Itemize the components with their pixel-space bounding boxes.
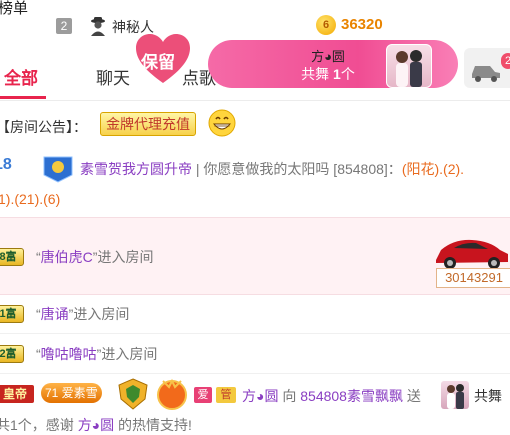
coin-value: 36320: [341, 16, 383, 33]
car-count-badge: 2: [501, 53, 510, 69]
couple-avatar: [386, 44, 432, 88]
song-title: 你愿意做我的太阳吗: [203, 161, 330, 177]
thanks-end: 的热情支持!: [114, 417, 192, 433]
tab-chat[interactable]: 聊天: [96, 64, 130, 89]
gift-count: 共1个，感谢: [0, 417, 78, 433]
car-icon: [472, 66, 500, 82]
enter-room-message: 1富 “唐诵”进入房间: [0, 295, 510, 334]
enter-room-text: “唐伯虎C”进入房间: [36, 247, 153, 267]
gift-to: 向: [278, 388, 301, 404]
coin-icon: 6: [316, 15, 336, 35]
crown-badge-icon: [43, 156, 73, 183]
couple-icon: [447, 384, 464, 409]
gold-agent-recharge-button[interactable]: 金牌代理充值: [100, 112, 196, 136]
gift-sender[interactable]: 方◕圆: [242, 388, 278, 404]
message-line-1: 素雪贺我方圆升帝 | 你愿意做我的太阳吗 [854808]：(阳花).(2).: [80, 159, 464, 179]
gift-receiver[interactable]: 854808素雪飘飘: [300, 388, 403, 404]
user-name[interactable]: 唐伯虎C: [41, 249, 93, 265]
enter-room-text: “噜咕噜咕”进入房间: [36, 344, 157, 364]
message-feed: 【房间公告】： 金牌代理充值 18 素雪贺我方圆升帝 | 你愿意做我的太阳吗 […: [0, 101, 510, 433]
red-car-icon: [436, 239, 508, 269]
thanks-name[interactable]: 方◕圆: [78, 417, 114, 433]
user-level: 18: [0, 156, 12, 173]
user-name[interactable]: 唐诵: [41, 306, 69, 322]
wealth-badge: 1富: [0, 305, 24, 323]
heart-label: 保留: [141, 53, 175, 72]
love-badge: 爱: [194, 387, 212, 403]
enter-room-message: 8富 “唐伯虎C”进入房间 30143291: [0, 217, 510, 295]
separator: |: [192, 161, 204, 177]
chat-message: 18 素雪贺我方圆升帝 | 你愿意做我的太阳吗 [854808]：(阳花).(2…: [0, 151, 510, 215]
banner-sub-suffix: 个: [340, 66, 355, 82]
fan-level-badge: 71 爱素雪: [41, 383, 102, 403]
user-name[interactable]: 噜咕噜咕: [41, 346, 97, 362]
message-line-2: 1).(21).(6): [0, 191, 61, 207]
guard-shield-icon: [118, 378, 148, 410]
sender-id: [854808]：: [329, 161, 402, 177]
dance-banner[interactable]: 方◕圆 共舞 1个: [208, 40, 458, 88]
banner-title: 方◕圆: [311, 49, 345, 64]
gift-send: 送: [402, 388, 421, 404]
tab-all[interactable]: 全部: [4, 64, 38, 89]
emperor-badge: 皇帝: [0, 385, 34, 403]
message-content: (阳花).(2).: [401, 161, 465, 177]
mystery-user-icon: [91, 17, 105, 36]
car-price: 30143291: [436, 268, 510, 288]
gift-name: 共舞: [474, 388, 502, 404]
room-notice-label: 【房间公告】：: [0, 119, 87, 135]
grin-emoji-icon: [208, 109, 236, 137]
admin-badge: 管: [216, 387, 236, 403]
rank-strip: 榜单 2 神秘人 6 36320: [0, 0, 510, 44]
rank-position: 2: [56, 18, 72, 34]
wealth-badge: 8富: [0, 248, 24, 266]
banner-subtitle: 共舞 1个: [268, 64, 388, 84]
enter-room-text: “唐诵”进入房间: [36, 304, 129, 324]
wealth-badge: 2富: [0, 345, 24, 363]
tab-active-indicator: [0, 96, 46, 99]
banner-count: 1: [333, 66, 341, 82]
sender-name[interactable]: 素雪贺我方圆升帝: [80, 161, 192, 177]
enter-action: 进入房间: [101, 346, 158, 362]
enter-room-message: 2富 “噜咕噜咕”进入房间: [0, 335, 510, 374]
banner-sub-prefix: 共舞: [301, 66, 334, 82]
enter-action: 进入房间: [97, 249, 154, 265]
medal-icon: [157, 378, 187, 410]
couple-icon: [396, 50, 422, 87]
gift-message: 皇帝 71 爱素雪 爱 管 方◕圆 向 854808素雪飘飘 送 共舞 共1个，…: [0, 375, 510, 433]
enter-action: 进入房间: [73, 306, 130, 322]
gift-line-1: 方◕圆 向 854808素雪飘飘 送: [242, 386, 421, 406]
rank-label: 榜单: [0, 0, 29, 17]
gift-line-2: 共1个，感谢 方◕圆 的热情支持!: [0, 415, 192, 435]
gift-avatar: [441, 381, 469, 409]
